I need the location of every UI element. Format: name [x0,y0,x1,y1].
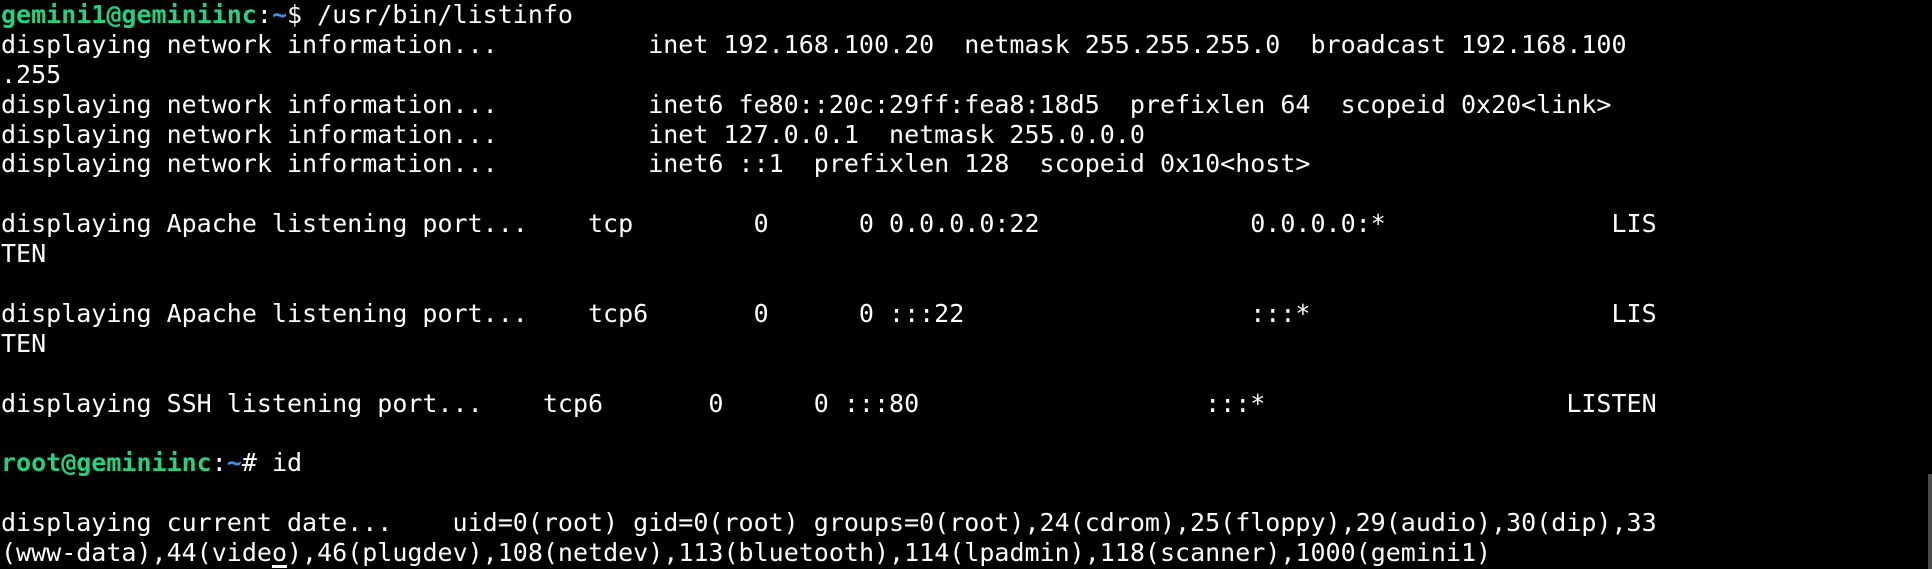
output-line: TEN [1,239,47,269]
scrollbar[interactable] [1928,474,1932,569]
output-line: displaying SSH listening port... tcp6 0 … [1,388,1657,418]
output-line: displaying network information... inet6 … [1,149,1311,179]
output-line: displaying network information... inet6 … [1,89,1612,119]
output-line: displaying Apache listening port... tcp6… [1,298,1657,328]
prompt-symbol: $ [287,0,318,29]
output-line-last: (www-data),44(video),46(plugdev),108(net… [1,538,1932,568]
text-cursor: o [271,538,287,568]
output-line: displaying network information... inet 1… [1,119,1145,149]
output-line: .255 [1,59,62,89]
prompt-line-2: root@geminiinc:~# id [1,448,1932,478]
prompt-user-host: root@geminiinc [1,448,212,478]
output-text: ),46(plugdev),108(netdev),113(bluetooth)… [287,538,1492,568]
command-text: /usr/bin/listinfo [317,0,573,29]
output-line: displaying current date... uid=0(root) g… [1,508,1657,538]
prompt-symbol: # [241,448,272,478]
prompt-path: ~ [271,0,287,29]
prompt-user-host: gemini1@geminiinc [1,0,257,29]
output-text: (www-data),44(vide [1,538,272,568]
prompt-separator: : [256,0,272,29]
prompt-separator: : [211,448,227,478]
output-line: TEN [1,328,47,358]
output-line: displaying Apache listening port... tcp … [1,209,1657,239]
output-line: displaying network information... inet 1… [1,29,1627,59]
prompt-line-1: gemini1@geminiinc:~$ /usr/bin/listinfo [1,0,1932,30]
terminal-window[interactable]: gemini1@geminiinc:~$ /usr/bin/listinfo d… [0,0,1932,569]
command-text: id [271,448,303,478]
prompt-path: ~ [226,448,242,478]
